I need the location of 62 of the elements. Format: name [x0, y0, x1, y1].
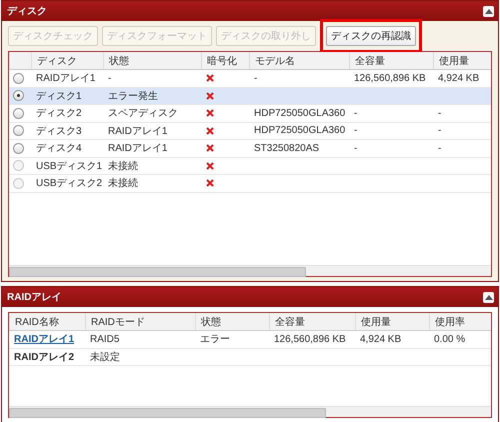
radio-button[interactable]	[13, 125, 24, 136]
toolbar-button[interactable]: ディスクの再認識	[326, 26, 416, 46]
table-cell-text: スペアディスク	[108, 107, 178, 120]
table-cell-text: 未接続	[108, 176, 138, 190]
table-cell-text: ディスク1	[36, 90, 82, 103]
table-cell-text: RAIDアレイ1	[108, 124, 168, 138]
table-cell: 0.00 %	[434, 334, 466, 345]
table-cell: -	[438, 108, 442, 119]
raid-link[interactable]: RAIDアレイ1	[14, 332, 74, 346]
panel-title: ディスク	[7, 5, 47, 18]
table-cell-text: RAIDアレイ1	[36, 72, 96, 86]
radio-button[interactable]	[13, 142, 24, 154]
column-header: RAIDモード	[85, 313, 195, 330]
table-cell: -	[354, 142, 358, 154]
table-cell: HDP725050GLA360	[254, 108, 346, 119]
column-header: 全容量	[349, 52, 433, 69]
column-header: 暗号化	[201, 52, 249, 69]
table-cell-text: RAIDアレイ2	[14, 350, 74, 364]
column-header: 使用量	[355, 313, 429, 330]
column-header: 状態	[195, 313, 269, 330]
table-cell-text: 未設定	[90, 350, 120, 364]
table-cell: -	[354, 125, 358, 136]
table-cell-text: ディスク3	[36, 124, 82, 138]
table-cell-text: ディスク2	[36, 107, 82, 120]
table-cell-text: USBディスク2	[36, 177, 102, 190]
table-row[interactable]: ディスク2 スペアディスク HDP725050GLA360 - -	[9, 105, 491, 122]
panel-title: RAIDアレイ	[7, 291, 62, 304]
table-row[interactable]: ディスク1 エラー発生	[9, 88, 491, 105]
column-header: ディスク	[31, 52, 103, 69]
column-header: モデル名	[249, 52, 349, 69]
table-cell: RAID5	[90, 334, 120, 345]
table-cell-text: エラー	[200, 333, 230, 346]
horizontal-scrollbar[interactable]	[9, 265, 491, 276]
table-cell: -	[438, 142, 442, 154]
table-cell-text: RAIDアレイ1	[108, 142, 168, 156]
column-header: 状態	[103, 52, 201, 69]
collapse-icon[interactable]	[483, 292, 494, 302]
table-cell-text: エラー発生	[108, 90, 158, 103]
table-cell: 126,560,896 KB	[274, 334, 346, 345]
table-cell: 4,924 KB	[438, 72, 480, 84]
column-header: RAID名称	[9, 313, 85, 330]
table-cell: -	[438, 125, 442, 136]
radio-button[interactable]	[13, 72, 24, 84]
table-cell: 126,560,896 KB	[354, 72, 426, 84]
column-header: 全容量	[269, 313, 355, 330]
table-cell: HDP725050GLA360	[254, 125, 346, 136]
collapse-icon[interactable]	[483, 6, 494, 16]
horizontal-scrollbar[interactable]	[9, 406, 491, 417]
radio-button[interactable]	[13, 108, 24, 119]
column-header: 使用率	[429, 313, 491, 330]
radio-button[interactable]	[13, 90, 24, 102]
table-cell: 4,924 KB	[360, 334, 402, 345]
table-cell: -	[354, 108, 358, 119]
table-row[interactable]: ディスク3 RAIDアレイ1 HDP725050GLA360 - -	[9, 122, 491, 140]
table-cell: ST3250820AS	[254, 142, 320, 154]
table-cell-text: 未接続	[108, 160, 138, 173]
table-cell: -	[254, 72, 258, 84]
table-cell-text: ディスク4	[36, 142, 82, 156]
table-cell: -	[108, 72, 112, 84]
table-row[interactable]: ディスク4 RAIDアレイ1 ST3250820AS - -	[9, 140, 491, 158]
column-header: 使用量	[433, 52, 491, 69]
table-cell-text: USBディスク1	[36, 160, 102, 173]
